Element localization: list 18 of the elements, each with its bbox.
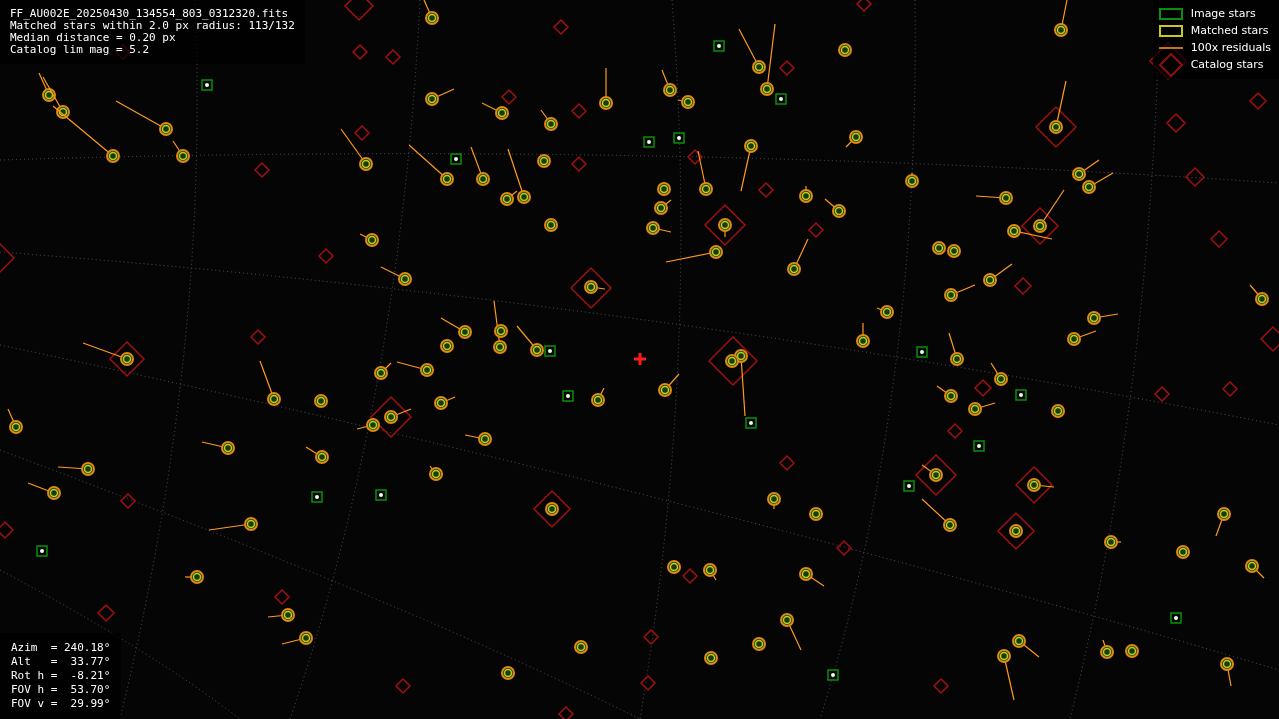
pointing-text: FOV h = 53.70° <box>11 683 111 697</box>
pointing-text: FOV v = 29.99° <box>11 697 111 711</box>
info-text: Catalog lim mag = 5.2 <box>10 44 151 56</box>
pointing-text: Alt = 33.77° <box>11 655 111 669</box>
legend-label: Matched stars <box>1190 22 1269 39</box>
rectangle-outline-icon <box>1158 25 1183 37</box>
info-text: Matched stars within 2.0 px radius: 113/132 <box>10 20 295 32</box>
diamond-icon <box>1158 53 1183 77</box>
pointing-text: Rot h = -8.21° <box>11 669 111 683</box>
info-text: FF_AU002E_20250430_134554_803_0312320.fits <box>10 8 290 20</box>
cross-icon <box>634 353 646 365</box>
line-icon <box>1158 47 1183 49</box>
pointing-text: Azim = 240.18° <box>11 641 111 655</box>
legend-label: Catalog stars <box>1190 56 1264 73</box>
legend-label: Image stars <box>1190 5 1256 22</box>
square-outline-icon <box>1158 8 1183 20</box>
legend-label: 100x residuals <box>1190 39 1271 56</box>
info-text: Median distance = 0.20 px <box>10 32 177 44</box>
